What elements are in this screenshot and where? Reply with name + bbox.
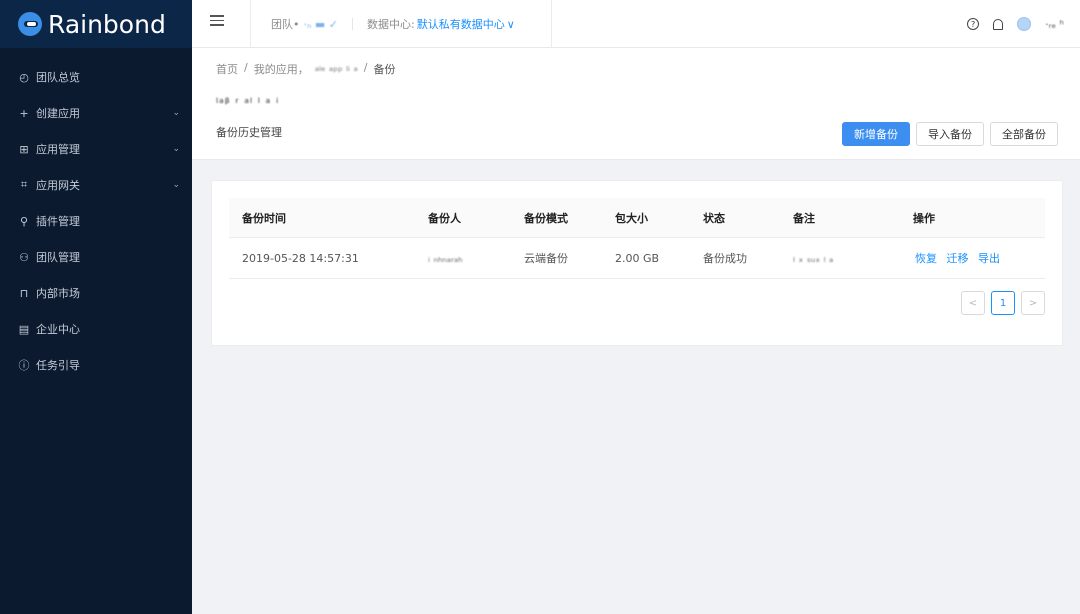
- sidebar-item-team-overview[interactable]: ◴ 团队总览: [0, 60, 192, 94]
- next-page-button[interactable]: >: [1021, 291, 1045, 315]
- pagination: < 1 >: [961, 291, 1045, 315]
- plugin-icon: ⚲: [19, 214, 29, 228]
- username[interactable]: ·ᵣₑ ʰ: [1045, 18, 1064, 31]
- breadcrumb-home[interactable]: 首页: [216, 61, 238, 77]
- cell-status: 备份成功: [703, 252, 747, 265]
- avatar[interactable]: [1017, 17, 1032, 31]
- column-header-size: 包大小: [615, 211, 648, 225]
- column-header-note: 备注: [793, 211, 815, 225]
- sidebar-item-enterprise-center[interactable]: ▤ 企业中心: [0, 312, 192, 346]
- sidebar-item-label: 任务引导: [36, 359, 80, 372]
- backup-history-card: 备份时间 备份人 备份模式 包大小 状态 备注 操作 2019-05-28 14…: [211, 180, 1063, 346]
- enterprise-icon: ▤: [18, 322, 30, 336]
- sidebar-item-label: 企业中心: [36, 323, 80, 336]
- breadcrumb: 首页 / 我的应用， ₐₗₑ ₐₚₚ ₗᵢ ₐ / 备份: [216, 61, 395, 77]
- page-subtitle: 备份历史管理: [216, 126, 282, 139]
- team-icon: ⚇: [19, 250, 29, 264]
- cell-note: ₗ ₓ ₛᵤₓ ₗ ₐ: [793, 251, 834, 265]
- breadcrumb-separator: /: [244, 61, 248, 74]
- sidebar-item-internal-market[interactable]: ⊓ 内部市场: [0, 276, 192, 310]
- migrate-link[interactable]: 迁移: [947, 252, 969, 265]
- brand-name: Rainbond: [48, 9, 166, 39]
- sidebar-item-app-management[interactable]: ⊞ 应用管理 ⌄: [0, 132, 192, 166]
- chevron-down-icon: ⌄: [172, 144, 180, 154]
- page-actions: 新增备份 导入备份 全部备份: [842, 122, 1058, 146]
- page-1-button[interactable]: 1: [991, 291, 1015, 315]
- import-backup-button[interactable]: 导入备份: [916, 122, 984, 146]
- breadcrumb-separator: /: [363, 61, 368, 74]
- menu-collapse-icon[interactable]: [210, 15, 224, 29]
- logo[interactable]: Rainbond: [0, 0, 192, 48]
- sidebar-item-create-app[interactable]: + 创建应用 ⌄: [0, 96, 192, 130]
- team-datacenter-selector: 团队• ·ₙ ▬ ✓ 数据中心: 默认私有数据中心 ∨: [250, 0, 552, 48]
- sidebar-item-label: 团队总览: [36, 71, 80, 84]
- breadcrumb-current: 备份: [373, 63, 396, 76]
- breadcrumb-app[interactable]: ₐₗₑ ₐₚₚ ₗᵢ ₐ: [315, 61, 358, 77]
- prev-page-button[interactable]: <: [961, 291, 985, 315]
- market-icon: ⊓: [19, 286, 29, 300]
- cell-mode: 云端备份: [524, 252, 568, 265]
- backup-table: 备份时间 备份人 备份模式 包大小 状态 备注 操作 2019-05-28 14…: [229, 198, 1045, 279]
- sidebar: Rainbond ◴ 团队总览 + 创建应用 ⌄ ⊞ 应用管理 ⌄ ⌗ 应用网关…: [0, 0, 192, 614]
- team-select[interactable]: ·ₙ ▬ ✓: [304, 18, 338, 31]
- cell-user: ᵢ ₙₕₙₐᵣₐₕ: [428, 251, 463, 265]
- sidebar-item-task-guide[interactable]: ⓘ 任务引导: [0, 348, 192, 382]
- page-title: ₗₐᵦ ᵣ ₐₗ ₗ ₐ ᵢ: [216, 92, 280, 106]
- divider: [351, 18, 353, 30]
- sidebar-item-label: 内部市场: [36, 287, 80, 300]
- datacenter-select[interactable]: 默认私有数据中心: [417, 16, 505, 32]
- column-header-user: 备份人: [428, 211, 461, 225]
- chevron-down-icon: ⌄: [172, 108, 180, 118]
- breadcrumb-my-apps[interactable]: 我的应用，: [254, 61, 309, 77]
- sidebar-item-label: 应用管理: [36, 143, 80, 156]
- grid-icon: ⊞: [19, 142, 29, 156]
- dashboard-icon: ◴: [19, 70, 29, 84]
- all-backups-button[interactable]: 全部备份: [990, 122, 1058, 146]
- column-header-mode: 备份模式: [524, 211, 568, 225]
- add-backup-button[interactable]: 新增备份: [842, 122, 910, 146]
- sidebar-item-plugin-management[interactable]: ⚲ 插件管理: [0, 204, 192, 238]
- table-row: 2019-05-28 14:57:31 ᵢ ₙₕₙₐᵣₐₕ 云端备份 2.00 …: [229, 238, 1045, 279]
- sidebar-item-label: 应用网关: [36, 179, 80, 192]
- page-header: 首页 / 我的应用， ₐₗₑ ₐₚₚ ₗᵢ ₐ / 备份 ₗₐᵦ ᵣ ₐₗ ₗ …: [192, 48, 1080, 160]
- sidebar-item-label: 创建应用: [36, 107, 80, 120]
- table-header: 备份时间 备份人 备份模式 包大小 状态 备注 操作: [229, 198, 1045, 238]
- sidebar-menu: ◴ 团队总览 + 创建应用 ⌄ ⊞ 应用管理 ⌄ ⌗ 应用网关 ⌄ ⚲ 插件管理…: [0, 48, 192, 382]
- cell-actions: 恢复 迁移 导出: [915, 250, 1006, 266]
- chevron-down-icon: ⌄: [172, 180, 180, 190]
- sidebar-item-team-management[interactable]: ⚇ 团队管理: [0, 240, 192, 274]
- column-header-time: 备份时间: [242, 211, 286, 225]
- header-actions: ? ·ᵣₑ ʰ: [967, 0, 1064, 48]
- top-header: 团队• ·ₙ ▬ ✓ 数据中心: 默认私有数据中心 ∨ ? ·ᵣₑ ʰ: [192, 0, 1080, 48]
- chevron-down-icon[interactable]: ∨: [507, 18, 515, 31]
- column-header-actions: 操作: [913, 211, 935, 225]
- column-header-status: 状态: [703, 211, 725, 225]
- gateway-icon: ⌗: [20, 178, 28, 191]
- restore-link[interactable]: 恢复: [915, 252, 937, 265]
- plus-icon: +: [19, 106, 29, 120]
- export-link[interactable]: 导出: [978, 252, 1000, 265]
- help-icon[interactable]: ?: [967, 18, 980, 30]
- logo-mark-icon: [18, 12, 42, 36]
- cell-size: 2.00 GB: [615, 251, 660, 265]
- sidebar-item-app-gateway[interactable]: ⌗ 应用网关 ⌄: [0, 168, 192, 202]
- sidebar-item-label: 团队管理: [36, 251, 80, 264]
- bell-icon[interactable]: [993, 18, 1004, 30]
- team-label: 团队•: [271, 18, 300, 31]
- sidebar-item-label: 插件管理: [36, 215, 80, 228]
- datacenter-label: 数据中心:: [366, 18, 415, 31]
- cell-time: 2019-05-28 14:57:31: [242, 251, 359, 265]
- info-icon: ⓘ: [18, 359, 30, 372]
